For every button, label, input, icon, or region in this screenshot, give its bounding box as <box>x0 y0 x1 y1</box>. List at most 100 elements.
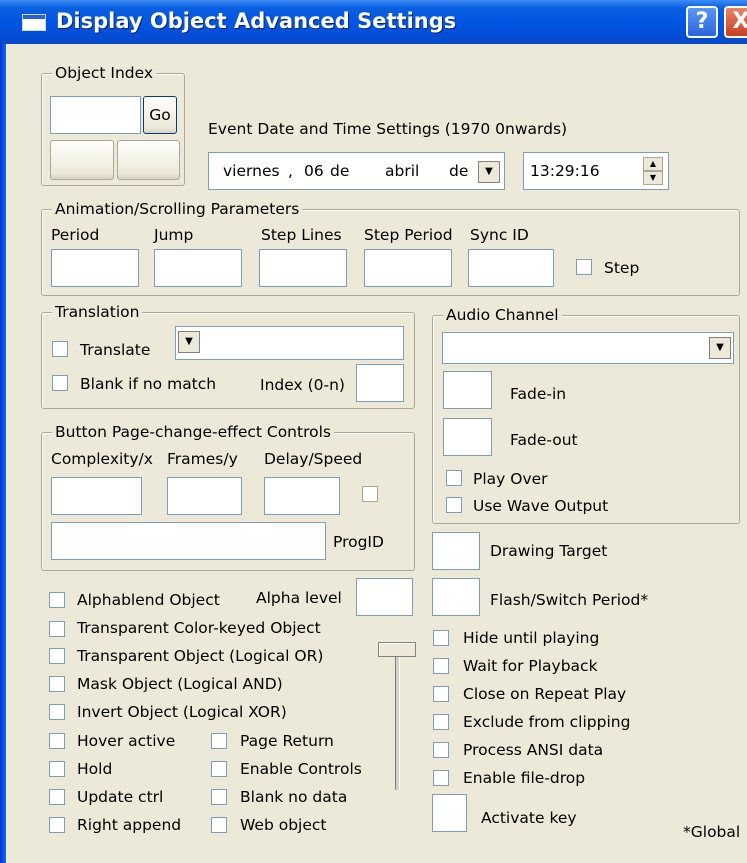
update-ctrl-checkbox[interactable] <box>49 789 65 805</box>
event-date-picker[interactable]: viernes , 06 de abril de ▼ <box>208 152 505 190</box>
translate-checkbox[interactable] <box>52 341 68 357</box>
mask-object-label: Mask Object (Logical AND) <box>77 675 283 693</box>
hold-label: Hold <box>77 760 113 778</box>
translation-index-input[interactable] <box>356 364 404 402</box>
date-separator: , <box>288 162 293 180</box>
exclude-clipping-checkbox[interactable] <box>433 714 449 730</box>
time-down-icon[interactable]: ▼ <box>643 171 663 185</box>
web-object-checkbox[interactable] <box>211 817 227 833</box>
delay-input[interactable] <box>264 477 340 515</box>
alphablend-checkbox[interactable] <box>49 592 65 608</box>
enable-file-drop-checkbox[interactable] <box>433 770 449 786</box>
transparent-or-label: Transparent Object (Logical OR) <box>77 647 324 665</box>
play-over-label: Play Over <box>473 470 548 488</box>
step-lines-header: Step Lines <box>261 226 342 244</box>
window-icon <box>22 14 46 31</box>
fade-out-input[interactable] <box>443 418 492 456</box>
drawing-target-input[interactable] <box>432 532 480 570</box>
date-month: abril <box>385 162 420 180</box>
close-on-repeat-label: Close on Repeat Play <box>463 685 627 703</box>
alpha-level-input[interactable] <box>356 578 413 616</box>
blank-if-no-match-label: Blank if no match <box>80 375 217 393</box>
page-return-label: Page Return <box>240 732 334 750</box>
button-page-group-label: Button Page-change-effect Controls <box>52 422 334 442</box>
hold-checkbox[interactable] <box>49 761 65 777</box>
use-wave-output-checkbox[interactable] <box>446 497 462 513</box>
translation-dropdown-arrow-icon[interactable]: ▼ <box>178 331 200 353</box>
translate-label: Translate <box>80 341 151 359</box>
frames-input[interactable] <box>167 477 242 515</box>
object-index-label: Object Index <box>52 63 157 83</box>
enable-controls-checkbox[interactable] <box>211 761 227 777</box>
close-button[interactable]: X <box>724 6 747 38</box>
enable-file-drop-label: Enable file-drop <box>463 769 586 787</box>
date-dropdown-arrow-icon[interactable]: ▼ <box>478 161 500 183</box>
invert-object-label: Invert Object (Logical XOR) <box>77 703 287 721</box>
alpha-level-label: Alpha level <box>256 589 342 607</box>
invert-object-checkbox[interactable] <box>49 704 65 720</box>
fade-out-label: Fade-out <box>510 431 578 449</box>
wait-for-playback-checkbox[interactable] <box>433 658 449 674</box>
time-up-icon[interactable]: ▲ <box>643 157 663 171</box>
jump-input[interactable] <box>154 249 242 287</box>
blank-no-data-label: Blank no data <box>240 788 348 806</box>
hide-until-playing-label: Hide until playing <box>463 629 600 647</box>
period-input[interactable] <box>51 249 139 287</box>
alpha-slider-track <box>395 648 400 790</box>
alphablend-label: Alphablend Object <box>77 591 220 609</box>
right-append-label: Right append <box>77 816 182 834</box>
window-frame-left <box>0 44 6 863</box>
play-over-checkbox[interactable] <box>446 470 462 486</box>
sync-id-header: Sync ID <box>470 226 529 244</box>
date-weekday: viernes <box>223 162 280 180</box>
help-button[interactable]: ? <box>686 6 718 38</box>
flash-period-label: Flash/Switch Period* <box>490 591 649 609</box>
prev-index-button[interactable] <box>50 140 114 180</box>
audio-dropdown-arrow-icon[interactable]: ▼ <box>709 337 731 359</box>
translation-combo[interactable]: ▼ <box>175 326 404 360</box>
object-index-input[interactable] <box>50 96 141 134</box>
audio-channel-select[interactable]: ▼ <box>442 332 734 364</box>
translation-group-label: Translation <box>52 302 143 322</box>
close-on-repeat-checkbox[interactable] <box>433 686 449 702</box>
transparent-or-checkbox[interactable] <box>49 648 65 664</box>
activate-key-input[interactable] <box>432 794 467 832</box>
process-ansi-label: Process ANSI data <box>463 741 604 759</box>
blank-no-data-checkbox[interactable] <box>211 789 227 805</box>
go-button[interactable]: Go <box>143 96 177 134</box>
flash-period-input[interactable] <box>432 578 480 616</box>
blank-if-no-match-checkbox[interactable] <box>52 375 68 391</box>
event-datetime-label: Event Date and Time Settings (1970 0nwar… <box>208 120 568 138</box>
step-period-input[interactable] <box>364 249 452 287</box>
next-index-button[interactable] <box>117 140 180 180</box>
frames-header: Frames/y <box>167 450 238 468</box>
exclude-clipping-label: Exclude from clipping <box>463 713 631 731</box>
window-title: Display Object Advanced Settings <box>56 9 457 33</box>
process-ansi-checkbox[interactable] <box>433 742 449 758</box>
step-lines-input[interactable] <box>259 249 347 287</box>
mask-object-checkbox[interactable] <box>49 676 65 692</box>
page-return-checkbox[interactable] <box>211 733 227 749</box>
enable-controls-label: Enable Controls <box>240 760 362 778</box>
hover-active-checkbox[interactable] <box>49 733 65 749</box>
date-de-1: de <box>330 162 350 180</box>
complexity-input[interactable] <box>51 477 142 515</box>
delay-header: Delay/Speed <box>264 450 363 468</box>
global-note: *Global <box>683 823 741 841</box>
hide-until-playing-checkbox[interactable] <box>433 630 449 646</box>
event-time-input[interactable]: 13:29:16 ▲ ▼ <box>523 152 669 190</box>
activate-key-label: Activate key <box>481 809 577 827</box>
transparent-color-keyed-checkbox[interactable] <box>49 621 65 637</box>
fade-in-input[interactable] <box>443 371 492 409</box>
fade-in-label: Fade-in <box>510 385 567 403</box>
page-effect-checkbox[interactable] <box>362 486 378 502</box>
wait-for-playback-label: Wait for Playback <box>463 657 598 675</box>
alpha-slider-thumb[interactable] <box>378 642 416 657</box>
index-label: Index (0-n) <box>260 376 345 394</box>
step-checkbox[interactable] <box>576 259 592 275</box>
progid-input[interactable] <box>51 522 326 560</box>
hover-active-label: Hover active <box>77 732 176 750</box>
sync-id-input[interactable] <box>468 249 554 287</box>
right-append-checkbox[interactable] <box>49 817 65 833</box>
time-value: 13:29:16 <box>530 162 600 180</box>
